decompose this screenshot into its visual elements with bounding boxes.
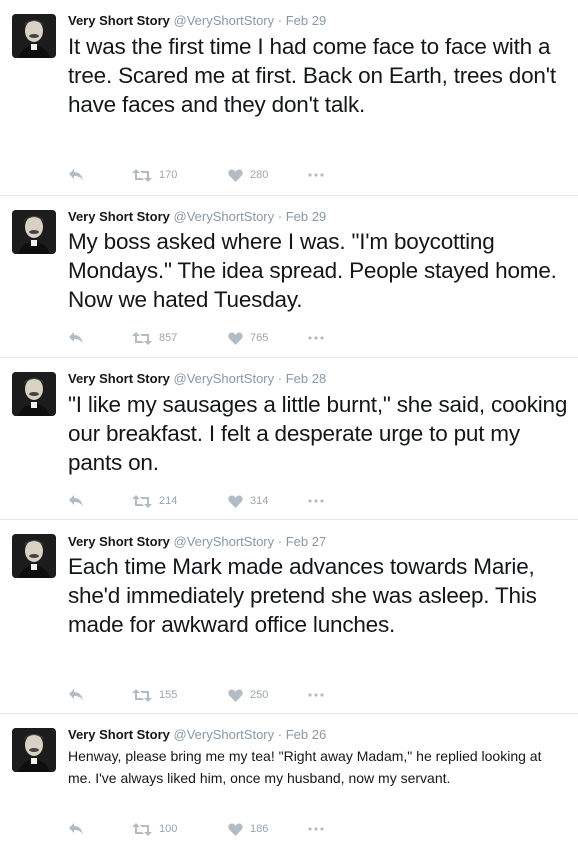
tweet-header: Very Short Story @VeryShortStory · Feb 2… bbox=[68, 533, 326, 550]
reply-button[interactable] bbox=[68, 822, 132, 836]
author-handle[interactable]: @VeryShortStory bbox=[174, 727, 275, 742]
avatar[interactable] bbox=[12, 534, 56, 578]
like-count: 250 bbox=[250, 689, 269, 701]
reply-button[interactable] bbox=[68, 494, 132, 508]
retweet-button[interactable]: 857 bbox=[132, 331, 228, 345]
reply-icon bbox=[69, 689, 83, 701]
more-button[interactable] bbox=[308, 827, 324, 831]
tweet-text: Each time Mark made advances towards Mar… bbox=[68, 554, 537, 637]
retweet-count: 857 bbox=[159, 332, 178, 344]
more-icon bbox=[308, 173, 324, 177]
more-button[interactable] bbox=[308, 693, 324, 697]
retweet-button[interactable]: 170 bbox=[132, 168, 228, 182]
tweet-header: Very Short Story @VeryShortStory · Feb 2… bbox=[68, 726, 326, 743]
tweet[interactable]: Very Short Story @VeryShortStory · Feb 2… bbox=[0, 196, 578, 358]
retweet-count: 170 bbox=[159, 169, 178, 181]
retweet-icon bbox=[132, 822, 152, 836]
more-button[interactable] bbox=[308, 499, 324, 503]
separator: · bbox=[277, 13, 283, 28]
retweet-icon bbox=[132, 688, 152, 702]
tweet-actions: 155 250 bbox=[68, 686, 324, 704]
retweet-count: 214 bbox=[159, 495, 178, 507]
tweet-header: Very Short Story @VeryShortStory · Feb 2… bbox=[68, 12, 326, 29]
avatar[interactable] bbox=[12, 14, 56, 58]
more-icon bbox=[308, 693, 324, 697]
reply-icon bbox=[69, 169, 83, 181]
like-count: 314 bbox=[250, 495, 269, 507]
author-handle[interactable]: @VeryShortStory bbox=[174, 534, 275, 549]
separator: · bbox=[277, 209, 283, 224]
more-button[interactable] bbox=[308, 336, 324, 340]
retweet-button[interactable]: 155 bbox=[132, 688, 228, 702]
author-name[interactable]: Very Short Story bbox=[68, 13, 170, 28]
separator: · bbox=[277, 534, 283, 549]
retweet-icon bbox=[132, 494, 152, 508]
like-count: 765 bbox=[250, 332, 269, 344]
reply-icon bbox=[69, 495, 83, 507]
separator: · bbox=[277, 371, 283, 386]
more-button[interactable] bbox=[308, 173, 324, 177]
more-icon bbox=[308, 499, 324, 503]
timestamp[interactable]: Feb 28 bbox=[286, 371, 326, 386]
author-name[interactable]: Very Short Story bbox=[68, 209, 170, 224]
like-button[interactable]: 314 bbox=[228, 495, 308, 508]
like-button[interactable]: 250 bbox=[228, 689, 308, 702]
like-button[interactable]: 280 bbox=[228, 169, 308, 182]
author-name[interactable]: Very Short Story bbox=[68, 371, 170, 386]
tweet[interactable]: Very Short Story @VeryShortStory · Feb 2… bbox=[0, 0, 578, 196]
like-button[interactable]: 186 bbox=[228, 823, 308, 836]
retweet-icon bbox=[132, 168, 152, 182]
avatar[interactable] bbox=[12, 210, 56, 254]
more-icon bbox=[308, 336, 324, 340]
retweet-button[interactable]: 214 bbox=[132, 494, 228, 508]
tweet[interactable]: Very Short Story @VeryShortStory · Feb 2… bbox=[0, 358, 578, 520]
like-count: 186 bbox=[250, 823, 269, 835]
more-icon bbox=[308, 827, 324, 831]
heart-icon bbox=[228, 169, 243, 182]
avatar[interactable] bbox=[12, 728, 56, 772]
timestamp[interactable]: Feb 29 bbox=[286, 209, 326, 224]
author-name[interactable]: Very Short Story bbox=[68, 727, 170, 742]
reply-icon bbox=[69, 332, 83, 344]
separator: · bbox=[277, 727, 283, 742]
retweet-button[interactable]: 100 bbox=[132, 822, 228, 836]
author-name[interactable]: Very Short Story bbox=[68, 534, 170, 549]
reply-icon bbox=[69, 823, 83, 835]
tweet-actions: 170 280 bbox=[68, 166, 324, 184]
like-count: 280 bbox=[250, 169, 269, 181]
heart-icon bbox=[228, 823, 243, 836]
retweet-count: 155 bbox=[159, 689, 178, 701]
timestamp[interactable]: Feb 27 bbox=[286, 534, 326, 549]
tweet-actions: 857 765 bbox=[68, 329, 324, 347]
avatar[interactable] bbox=[12, 372, 56, 416]
timestamp[interactable]: Feb 26 bbox=[286, 727, 326, 742]
tweet[interactable]: Very Short Story @VeryShortStory · Feb 2… bbox=[0, 714, 578, 850]
heart-icon bbox=[228, 332, 243, 345]
tweet-text: Henway, please bring me my tea! "Right a… bbox=[68, 748, 542, 786]
author-handle[interactable]: @VeryShortStory bbox=[174, 209, 275, 224]
retweet-icon bbox=[132, 331, 152, 345]
tweet-header: Very Short Story @VeryShortStory · Feb 2… bbox=[68, 208, 326, 225]
tweet[interactable]: Very Short Story @VeryShortStory · Feb 2… bbox=[0, 520, 578, 714]
like-button[interactable]: 765 bbox=[228, 332, 308, 345]
tweet-actions: 214 314 bbox=[68, 492, 324, 510]
author-handle[interactable]: @VeryShortStory bbox=[174, 371, 275, 386]
tweet-text: My boss asked where I was. "I'm boycotti… bbox=[68, 229, 557, 312]
timestamp[interactable]: Feb 29 bbox=[286, 13, 326, 28]
heart-icon bbox=[228, 495, 243, 508]
heart-icon bbox=[228, 689, 243, 702]
author-handle[interactable]: @VeryShortStory bbox=[174, 13, 275, 28]
tweet-header: Very Short Story @VeryShortStory · Feb 2… bbox=[68, 370, 326, 387]
tweet-actions: 100 186 bbox=[68, 820, 324, 838]
tweet-text: "I like my sausages a little burnt," she… bbox=[68, 392, 568, 475]
reply-button[interactable] bbox=[68, 688, 132, 702]
tweet-text: It was the first time I had come face to… bbox=[68, 34, 556, 117]
reply-button[interactable] bbox=[68, 168, 132, 182]
reply-button[interactable] bbox=[68, 331, 132, 345]
retweet-count: 100 bbox=[159, 823, 178, 835]
